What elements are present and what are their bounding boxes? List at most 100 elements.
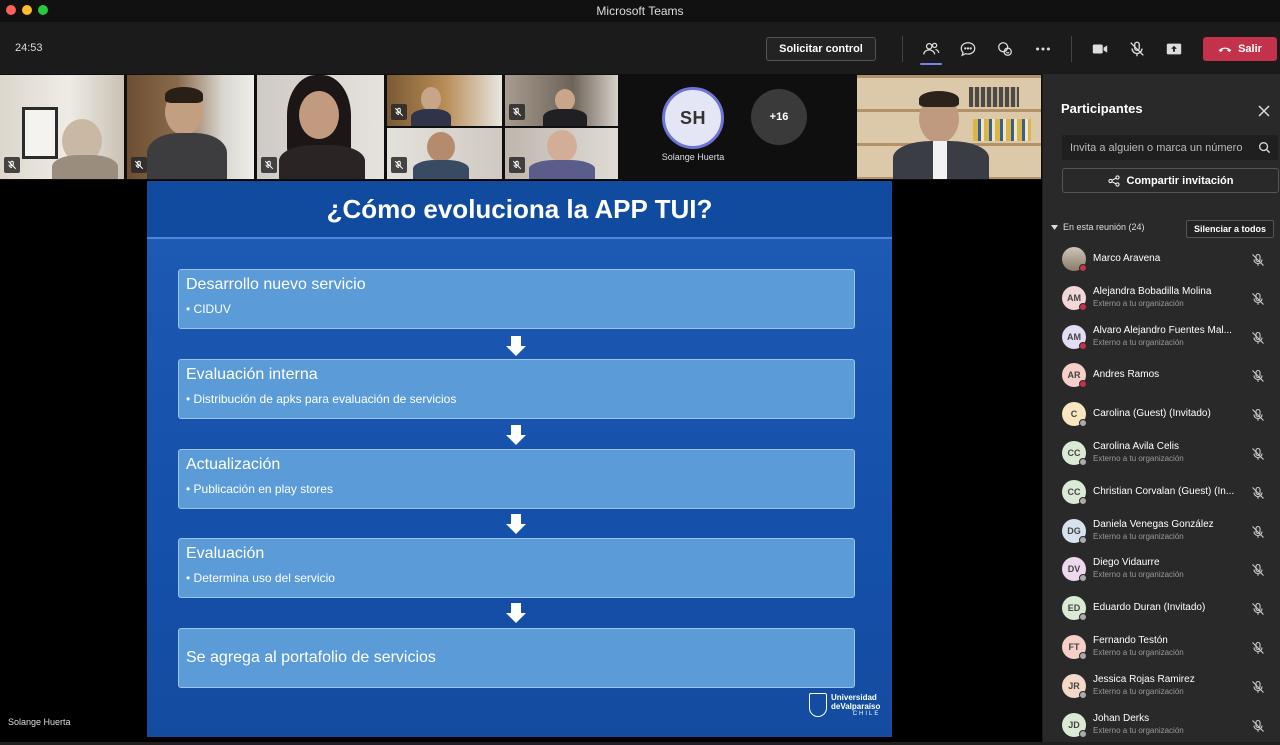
minimize-window-button[interactable] — [22, 5, 32, 15]
video-tile[interactable] — [387, 75, 502, 126]
participant-name: Carolina (Guest) (Invitado) — [1093, 408, 1211, 420]
muted-mic-icon — [391, 157, 407, 173]
toolbar-divider — [1071, 36, 1072, 62]
participant-row[interactable]: AM Alejandra Bobadilla Molina Externo a tu… — [1043, 280, 1280, 318]
participants-panel: Participantes Compartir invitación En es… — [1042, 74, 1280, 742]
mic-muted-icon[interactable] — [1251, 602, 1265, 616]
avatar: FT — [1062, 635, 1087, 660]
avatar: AR — [1062, 363, 1087, 389]
presenter-name: Solange Huerta — [8, 717, 71, 727]
mute-all-button[interactable]: Silenciar a todos — [1186, 220, 1274, 238]
video-tile[interactable] — [257, 75, 384, 179]
participant-org: Externo a tu organización — [1093, 686, 1184, 696]
video-strip: SH Solange Huerta +16 — [0, 74, 1042, 180]
leave-meeting-button[interactable]: Salir — [1203, 37, 1277, 61]
invite-search-input[interactable] — [1062, 135, 1278, 160]
mic-muted-icon[interactable] — [1251, 525, 1265, 539]
participant-row[interactable]: DV Diego Vidaurre Externo a tu organizació… — [1043, 551, 1280, 589]
down-arrow-icon — [506, 514, 526, 534]
mic-muted-icon[interactable] — [1251, 563, 1265, 577]
window-controls[interactable] — [6, 5, 48, 15]
share-screen-icon[interactable] — [1161, 36, 1187, 62]
presence-status-icon — [1079, 380, 1087, 389]
participant-org: Externo a tu organización — [1093, 298, 1184, 308]
mic-muted-icon[interactable] — [1124, 36, 1150, 62]
avatar: AM — [1062, 285, 1087, 311]
video-tile[interactable] — [505, 75, 618, 126]
slide-header: ¿Cómo evoluciona la APP TUI? — [147, 181, 892, 239]
participant-avatar[interactable]: SH — [662, 87, 724, 149]
step-title: Evaluación interna — [186, 366, 318, 383]
flow-step: Evaluación interna • Distribución de apk… — [178, 359, 855, 419]
muted-mic-icon — [261, 157, 277, 173]
reactions-icon[interactable] — [992, 36, 1018, 62]
mic-muted-icon[interactable] — [1251, 331, 1265, 345]
mic-muted-icon[interactable] — [1251, 641, 1265, 655]
maximize-window-button[interactable] — [38, 5, 48, 15]
more-participants-button[interactable]: +16 — [751, 89, 807, 145]
mic-muted-icon[interactable] — [1251, 680, 1265, 694]
in-meeting-count: En esta reunión (24) — [1063, 222, 1145, 232]
participant-row[interactable]: JD Johan Derks Externo a tu organización — [1043, 707, 1280, 745]
participant-row[interactable]: Marco Aravena — [1043, 241, 1280, 279]
request-control-button[interactable]: Solicitar control — [766, 37, 876, 61]
down-arrow-icon — [506, 603, 526, 623]
participant-row[interactable]: AR Andres Ramos — [1043, 357, 1280, 395]
participants-active-indicator — [920, 63, 942, 65]
in-meeting-section-toggle[interactable]: En esta reunión (24) — [1051, 222, 1145, 232]
participant-row[interactable]: FT Fernando Testón Externo a tu organizaci… — [1043, 629, 1280, 667]
participant-row[interactable]: DG Daniela Venegas González Externo a tu o… — [1043, 513, 1280, 551]
window-title: Microsoft Teams — [596, 4, 684, 18]
video-tile[interactable] — [127, 75, 254, 179]
step-detail: • Determina uso del servicio — [186, 571, 335, 585]
muted-mic-icon — [391, 104, 407, 120]
flow-step: Actualización • Publicación en play stor… — [178, 449, 855, 509]
presence-status-icon — [1079, 264, 1087, 272]
participant-name: Jessica Rojas Ramirez — [1093, 673, 1195, 685]
camera-icon[interactable] — [1087, 36, 1113, 62]
muted-mic-icon — [4, 157, 20, 173]
participant-row[interactable]: C Carolina (Guest) (Invitado) — [1043, 396, 1280, 434]
search-icon[interactable] — [1258, 141, 1271, 154]
presence-status-icon — [1079, 341, 1087, 350]
step-detail: • Distribución de apks para evaluación d… — [186, 392, 457, 406]
participant-row[interactable]: CC Christian Corvalan (Guest) (In... — [1043, 474, 1280, 512]
participant-row[interactable]: JR Jessica Rojas Ramirez Externo a tu orga… — [1043, 668, 1280, 706]
muted-mic-icon — [509, 104, 525, 120]
close-window-button[interactable] — [6, 5, 16, 15]
mic-muted-icon[interactable] — [1251, 253, 1265, 267]
avatar: JR — [1062, 673, 1087, 699]
avatar: AM — [1062, 324, 1087, 350]
muted-mic-icon — [509, 157, 525, 173]
mic-muted-icon[interactable] — [1251, 369, 1265, 383]
video-tile[interactable] — [0, 75, 124, 179]
video-tile[interactable] — [387, 128, 502, 179]
mic-muted-icon[interactable] — [1251, 447, 1265, 461]
flow-step: Se agrega al portafolio de servicios — [178, 628, 855, 688]
participant-org: Externo a tu organización — [1093, 570, 1184, 580]
mic-muted-icon[interactable] — [1251, 719, 1265, 733]
video-tile[interactable] — [505, 128, 618, 179]
participant-name: Diego Vidaurre — [1093, 557, 1160, 569]
participant-name: Alejandra Bobadilla Molina — [1093, 285, 1212, 297]
close-icon[interactable] — [1257, 104, 1271, 118]
participant-row[interactable]: AM Alvaro Alejandro Fuentes Mal... Externo… — [1043, 319, 1280, 357]
shared-content-stage: ¿Cómo evoluciona la APP TUI? Desarrollo … — [0, 180, 1042, 742]
participant-org: Externo a tu organización — [1093, 337, 1184, 347]
participant-row[interactable]: CC Carolina Avila Celis Externo a tu organ… — [1043, 435, 1280, 473]
avatar: DV — [1062, 557, 1087, 583]
mic-muted-icon[interactable] — [1251, 292, 1265, 306]
participant-name: Alvaro Alejandro Fuentes Mal... — [1093, 324, 1232, 336]
meeting-timer: 24:53 — [15, 42, 43, 54]
avatar: ED — [1062, 596, 1087, 622]
video-tile[interactable] — [857, 75, 1041, 179]
participant-org: Externo a tu organización — [1093, 531, 1184, 541]
participant-row[interactable]: ED Eduardo Duran (Invitado) — [1043, 590, 1280, 628]
chat-icon[interactable] — [955, 36, 981, 62]
presence-status-icon — [1079, 458, 1087, 466]
participants-icon[interactable] — [918, 36, 944, 62]
mic-muted-icon[interactable] — [1251, 486, 1265, 500]
more-options-icon[interactable] — [1030, 36, 1056, 62]
mic-muted-icon[interactable] — [1251, 408, 1265, 422]
share-invite-button[interactable]: Compartir invitación — [1062, 168, 1279, 193]
